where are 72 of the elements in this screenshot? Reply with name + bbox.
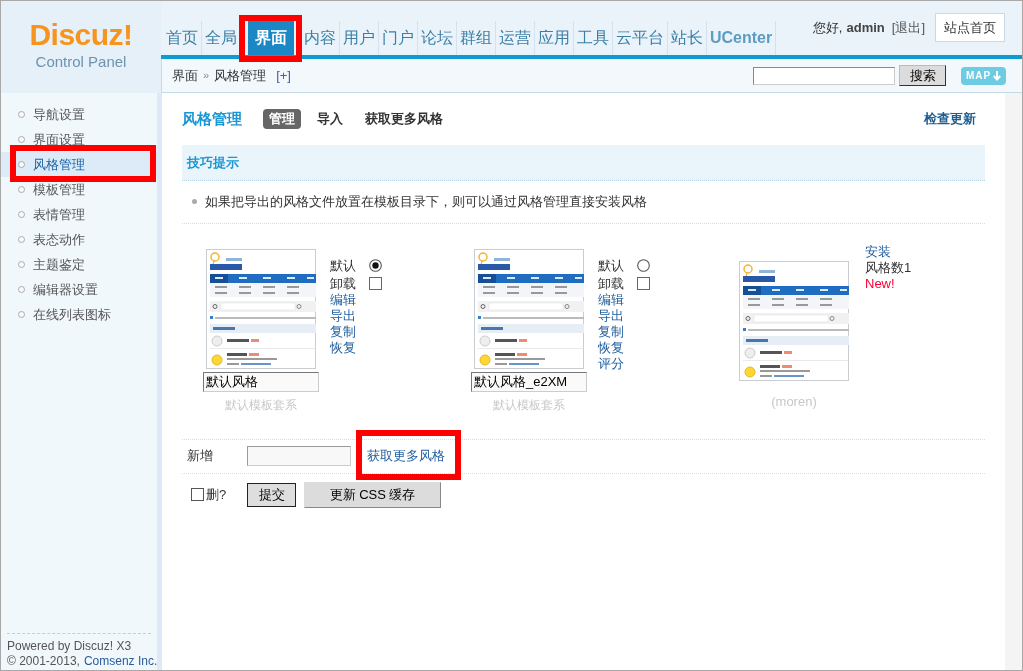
checkbox[interactable] <box>637 277 650 290</box>
default-label: 默认 <box>330 256 356 275</box>
style-count-text: 风格数1 <box>865 259 912 276</box>
breadcrumb-separator: » <box>203 68 210 84</box>
new-style-field[interactable] <box>247 446 351 466</box>
sidebar-item[interactable]: 界面设置 <box>1 127 157 152</box>
submit-button[interactable]: 提交 <box>247 482 296 507</box>
uninstall-label: 卸载 <box>598 274 624 293</box>
search-button[interactable]: 搜索 <box>899 65 946 86</box>
logo-wordmark: Discuz! <box>29 18 133 52</box>
powered-by-text: Powered by Discuz! X3 <box>7 639 132 654</box>
search-field[interactable] <box>753 66 895 85</box>
bullet-icon <box>18 211 25 218</box>
bullet-icon <box>18 286 25 293</box>
update-css-cache-button[interactable]: 更新 CSS 缓存 <box>304 481 441 508</box>
style-name-field[interactable]: 默认风格 <box>203 371 319 392</box>
page-tab[interactable]: 导入 <box>311 109 349 129</box>
sidebar-item[interactable]: 导航设置 <box>1 102 157 127</box>
bullet-icon <box>18 136 25 143</box>
page-tab[interactable]: 管理 <box>263 109 301 129</box>
company-link[interactable]: Comsenz Inc. <box>83 654 158 669</box>
style-action-link[interactable]: 复制 <box>330 323 356 340</box>
sidebar-item[interactable]: 模板管理 <box>1 177 157 202</box>
bullet-icon <box>18 261 25 268</box>
greeting-text: 您好, <box>812 18 843 37</box>
logo-subtitle: Control Panel <box>35 53 127 71</box>
new-style-label: 新增 <box>187 447 214 466</box>
style-action-link[interactable]: 评分 <box>598 355 624 372</box>
sidebar-item[interactable]: 主题鉴定 <box>1 252 157 277</box>
get-more-styles-link[interactable]: 获取更多风格 <box>367 446 445 466</box>
style-action-link[interactable]: 编辑 <box>598 291 624 308</box>
bullet-icon <box>18 161 25 168</box>
nav-tab[interactable]: 界面 <box>248 21 294 55</box>
bullet-icon <box>18 311 25 318</box>
breadcrumb-link[interactable]: 风格管理 <box>214 65 267 86</box>
sidebar-item[interactable]: 在线列表图标 <box>1 302 157 327</box>
check-update-link[interactable]: 检查更新 <box>924 109 976 129</box>
bullet-icon <box>18 236 25 243</box>
sidebar-item[interactable]: 编辑器设置 <box>1 277 157 302</box>
radio-button[interactable] <box>637 259 650 272</box>
checkbox[interactable] <box>369 277 382 290</box>
sidebar-item[interactable]: 表态动作 <box>1 227 157 252</box>
bullet-icon <box>18 186 25 193</box>
add-shortcut-link[interactable]: [+] <box>276 65 291 86</box>
checkbox[interactable] <box>191 488 204 501</box>
copyright-text: © 2001-2013, <box>7 654 80 669</box>
page-title: 风格管理 <box>182 108 242 129</box>
scrollbar-track[interactable] <box>1005 93 1022 670</box>
user-name: admin <box>846 18 885 37</box>
bullet-icon <box>192 199 197 205</box>
sidebar-item[interactable]: 表情管理 <box>1 202 157 227</box>
logout-link[interactable]: [退出] <box>891 17 925 38</box>
style-action-link[interactable]: 导出 <box>598 307 624 324</box>
default-label: 默认 <box>598 256 624 275</box>
style-action-link[interactable]: 导出 <box>330 307 356 324</box>
site-home-button[interactable]: 站点首页 <box>935 13 1005 42</box>
uninstall-label: 卸载 <box>330 274 356 293</box>
style-action-link[interactable]: 复制 <box>598 323 624 340</box>
style-action-link[interactable]: 恢复 <box>598 339 624 356</box>
style-action-link[interactable]: 恢复 <box>330 339 356 356</box>
delete-label: 删? <box>206 485 227 504</box>
new-label: New! <box>865 275 895 292</box>
radio-button[interactable] <box>369 259 382 272</box>
install-link[interactable]: 安装 <box>865 243 891 260</box>
tip-text: 如果把导出的风格文件放置在模板目录下，则可以通过风格管理直接安装风格 <box>205 193 647 211</box>
tips-title: 技巧提示 <box>187 153 239 172</box>
breadcrumb-link[interactable]: 界面 <box>172 65 198 86</box>
page-tab[interactable]: 获取更多风格 <box>359 109 449 129</box>
style-action-link[interactable]: 编辑 <box>330 291 356 308</box>
bullet-icon <box>18 111 25 118</box>
style-name-field[interactable]: 默认风格_e2XM <box>471 371 587 392</box>
down-arrow-icon <box>993 70 1002 81</box>
